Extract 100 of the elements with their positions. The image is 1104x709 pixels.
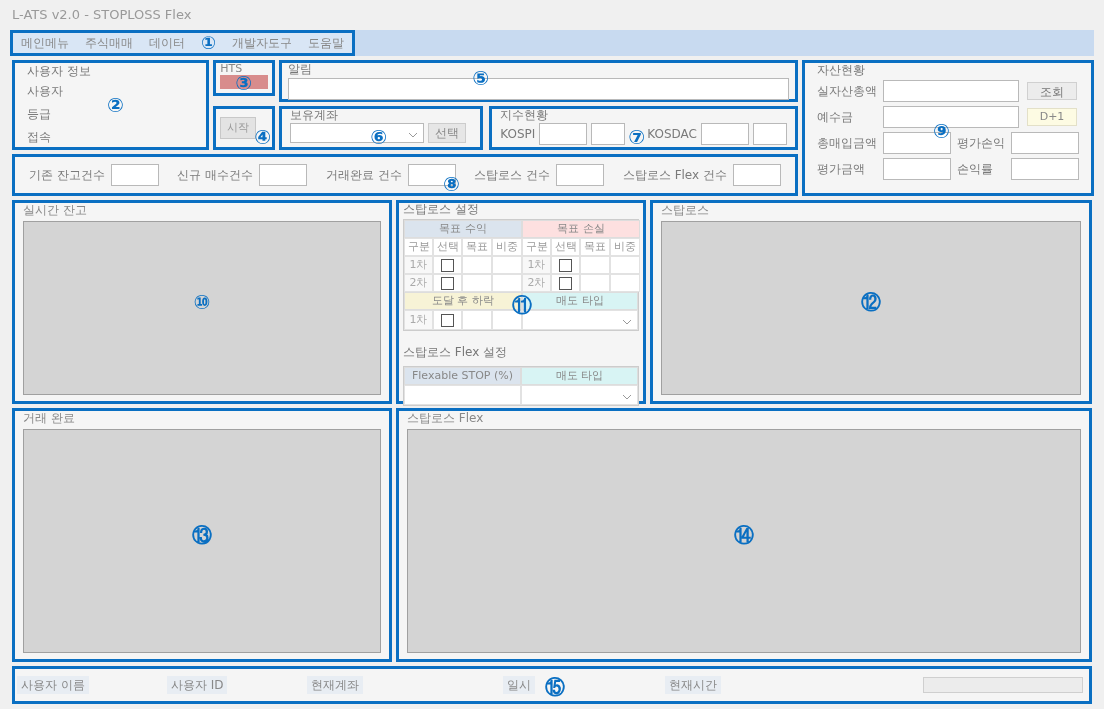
callout-number: ⑧ (443, 174, 460, 194)
input-field[interactable] (110, 164, 159, 186)
table-header: 목표 수익 (404, 220, 522, 238)
input-field[interactable] (883, 158, 951, 180)
hts-label: HTS (220, 63, 244, 75)
checkbox[interactable] (559, 276, 572, 290)
field-label: 손익률 (957, 161, 994, 178)
menu-item[interactable]: 메인메뉴 (21, 34, 69, 52)
field-label: 스탑로스 Flex 건수 (622, 167, 727, 184)
input-field[interactable] (259, 164, 308, 186)
field-label: KOSPI (500, 126, 536, 143)
callout-number: ⑤ (472, 68, 490, 88)
column-header: 구분 (404, 238, 433, 256)
row-label: 2차 (404, 274, 433, 292)
input-field[interactable] (539, 123, 588, 145)
row-label: 1차 (404, 310, 433, 330)
field-label: 평가손익 (957, 135, 1005, 152)
group-title: 스탑로스 설정 (403, 203, 480, 215)
menu-item[interactable]: 개발자도구 (232, 34, 293, 52)
table-input[interactable] (492, 256, 522, 274)
status-field: 사용자 이름 (17, 676, 89, 694)
callout-number: ⑫ (861, 292, 881, 312)
field-label: 사용자 (27, 83, 64, 100)
checkbox[interactable] (441, 313, 454, 327)
group-title: 사용자 정보 (27, 65, 92, 77)
group-title: 지수현황 (500, 109, 550, 121)
table-header: 목표 손실 (522, 220, 640, 238)
checkbox[interactable] (559, 258, 572, 272)
menu-item[interactable]: 주식매매 (85, 34, 133, 52)
field-label: 스탑로스 건수 (474, 167, 551, 184)
account-dropdown[interactable] (290, 123, 425, 143)
table-input[interactable] (462, 310, 492, 330)
table-input[interactable] (610, 256, 640, 274)
input-field[interactable] (591, 123, 626, 145)
table-input[interactable] (492, 274, 522, 292)
input-field[interactable] (732, 164, 781, 186)
callout-number: ⑨ (933, 121, 950, 141)
menu-item[interactable]: 도움말 (308, 34, 345, 52)
checkbox[interactable] (441, 258, 454, 272)
checkbox[interactable] (441, 276, 454, 290)
column-header: 구분 (522, 238, 551, 256)
column-header: 비중 (610, 238, 640, 256)
field-label: 총매입금액 (817, 135, 877, 152)
field-label: KOSDAC (647, 126, 697, 143)
table-input[interactable] (462, 274, 492, 292)
group-title: 알림 (288, 63, 314, 75)
table-header: 매도 타입 (521, 367, 638, 385)
menu-item[interactable]: 데이터 (149, 34, 185, 52)
table-input[interactable] (610, 274, 640, 292)
status-field: 현재계좌 (307, 676, 364, 694)
column-header: 목표 (462, 238, 492, 256)
window-title: L-ATS v2.0 - STOPLOSS Flex (12, 6, 192, 25)
input-field[interactable] (753, 123, 787, 145)
callout-number: ⑩ (193, 292, 211, 312)
select-button[interactable]: 선택 (428, 123, 467, 143)
callout-number: ① (201, 34, 217, 52)
input-field[interactable] (556, 164, 605, 186)
status-field: 사용자 ID (166, 676, 228, 694)
chevron-down-icon (622, 394, 632, 400)
panel-title: 실시간 잔고 (23, 204, 88, 216)
table-input[interactable] (404, 385, 521, 405)
panel-title: 거래 완료 (23, 412, 76, 424)
input-field[interactable] (1011, 158, 1079, 180)
panel-title: 스탑로스 Flex (407, 412, 485, 424)
table-input[interactable] (580, 274, 610, 292)
field-label: 접속 (27, 129, 52, 146)
row-label: 2차 (522, 274, 551, 292)
chevron-down-icon (622, 319, 632, 325)
table-input[interactable] (462, 256, 492, 274)
chevron-down-icon (408, 132, 419, 138)
callout-number: ⑦ (628, 127, 646, 147)
column-header: 선택 (551, 238, 580, 256)
table-input[interactable] (580, 256, 610, 274)
column-header: 선택 (433, 238, 462, 256)
status-field: 현재시간 (665, 676, 722, 694)
input-field[interactable] (883, 80, 1019, 102)
input-field[interactable] (1011, 132, 1079, 154)
row-label: 1차 (522, 256, 551, 274)
group-title: 스탑로스 Flex 설정 (403, 345, 508, 359)
field-label: 기존 잔고건수 (29, 167, 105, 184)
settlement-badge: D+1 (1027, 108, 1077, 126)
callout-number: ⑭ (734, 525, 754, 545)
table-header: Flexable STOP (%) (404, 367, 521, 385)
field-label: 평가금액 (817, 161, 866, 178)
column-header: 비중 (492, 238, 522, 256)
column-header: 목표 (580, 238, 610, 256)
field-label: 예수금 (817, 109, 854, 126)
query-button[interactable]: 조회 (1027, 82, 1077, 100)
callout-number: ④ (254, 127, 272, 147)
callout-number: ⑬ (192, 525, 212, 545)
group-title: 자산현황 (817, 64, 866, 76)
field-label: 신규 매수건수 (177, 167, 254, 184)
row-label: 1차 (404, 256, 433, 274)
callout-number: ③ (235, 73, 253, 93)
callout-number: ⑮ (545, 677, 565, 697)
sell-type-dropdown[interactable] (521, 385, 638, 405)
callout-number: ⑥ (370, 127, 388, 147)
field-label: 거래완료 건수 (325, 167, 402, 184)
input-field[interactable] (701, 123, 749, 145)
field-label: 실자산총액 (817, 83, 877, 100)
